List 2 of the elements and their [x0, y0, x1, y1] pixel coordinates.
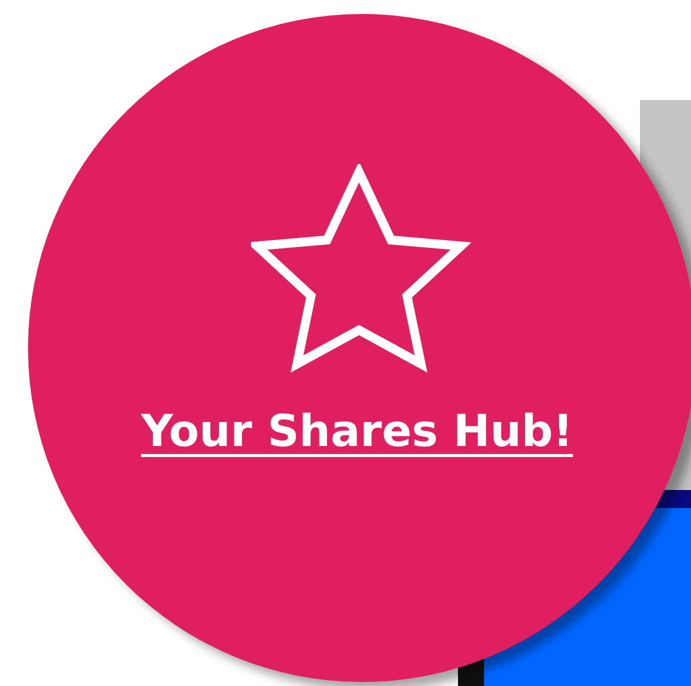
star-icon [251, 164, 471, 374]
shares-hub-link[interactable]: Your Shares Hub! [141, 406, 573, 457]
